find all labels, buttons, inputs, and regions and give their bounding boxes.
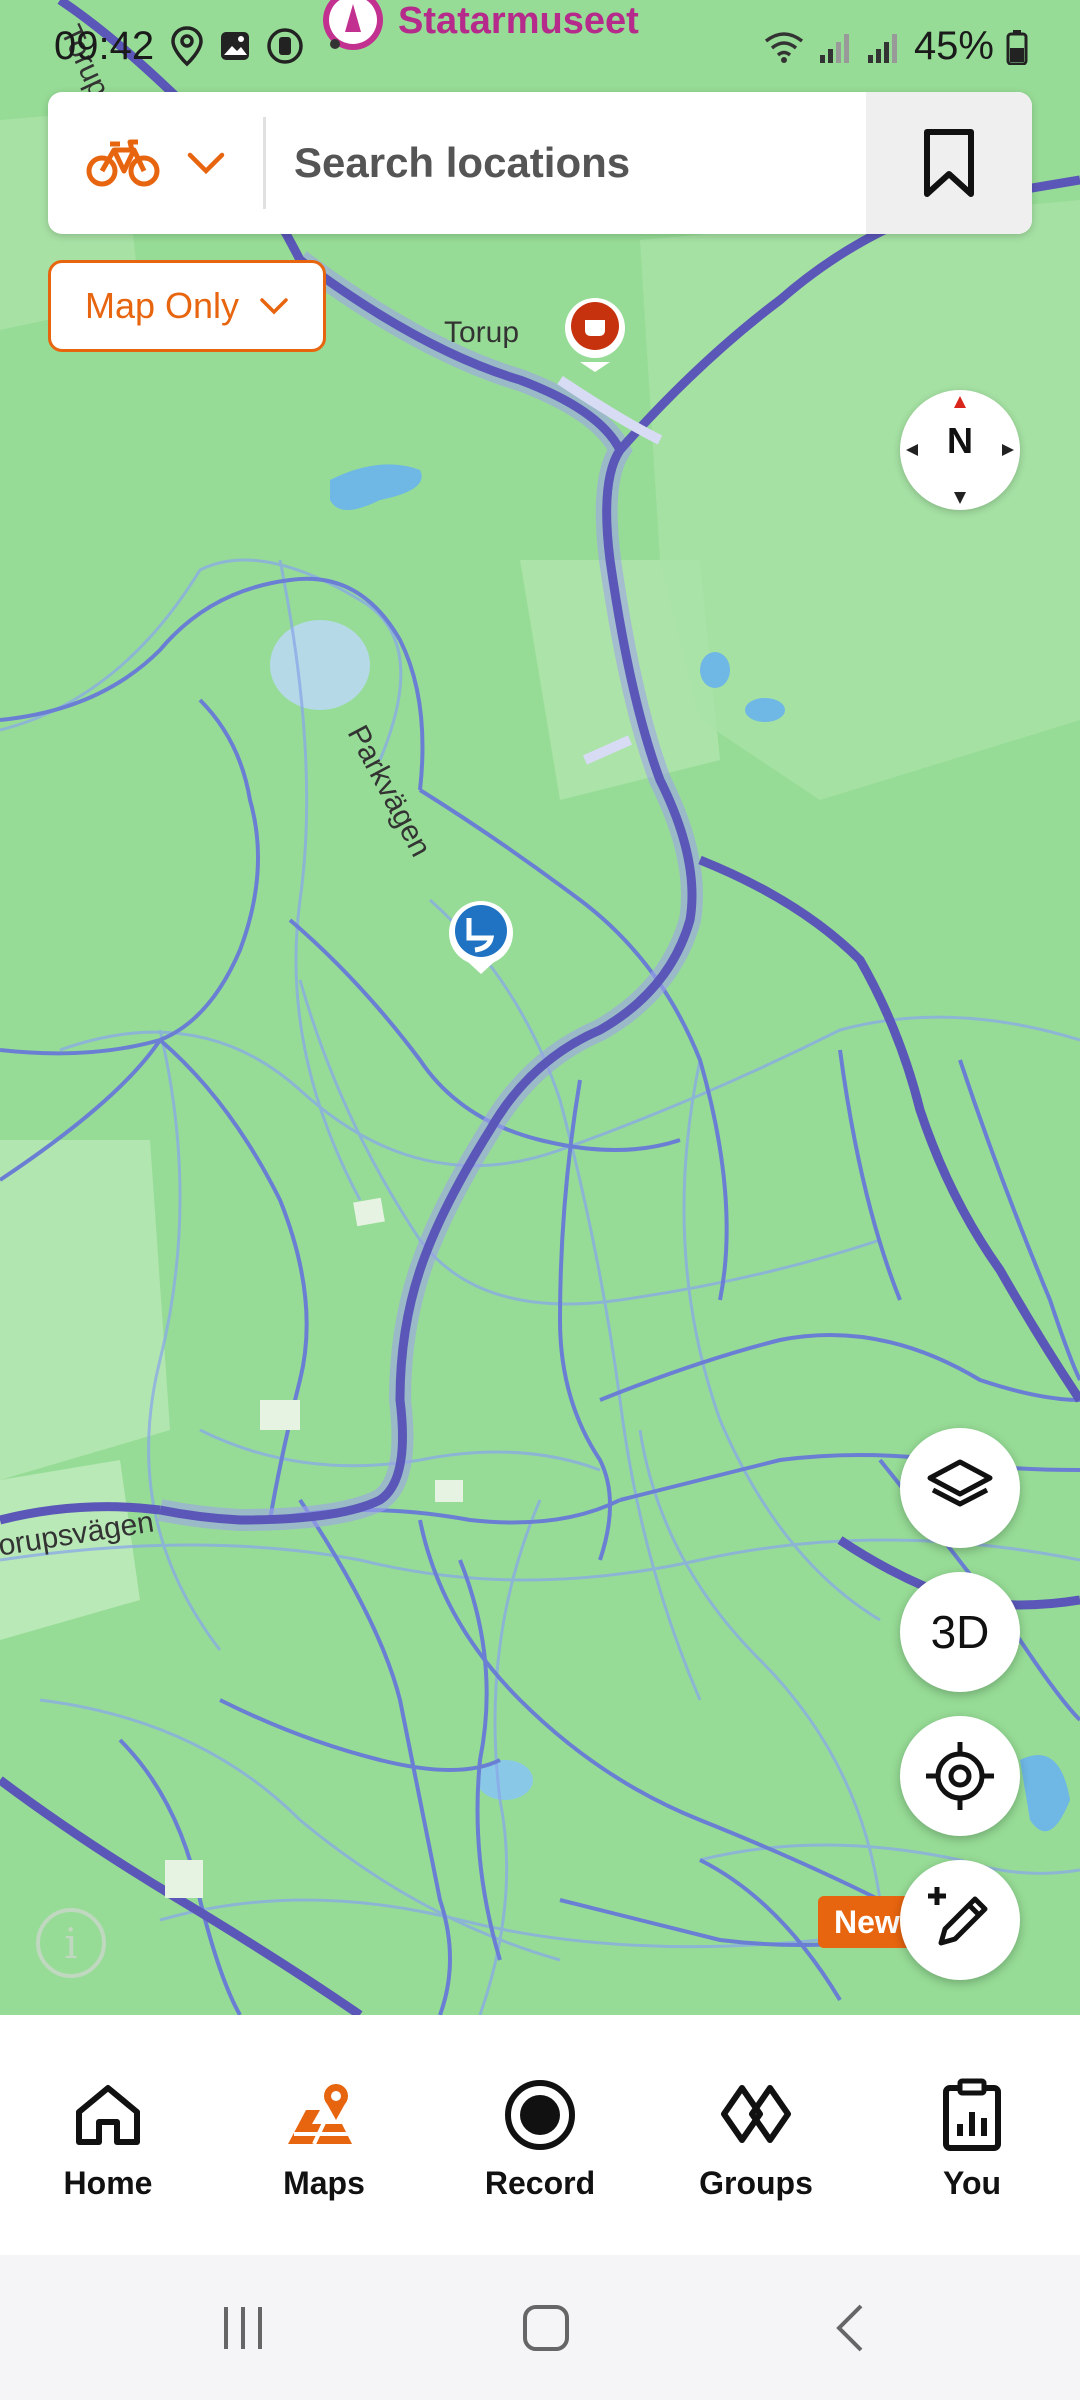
tab-record-label: Record — [484, 2165, 596, 2201]
map-label-torup: Torup — [444, 316, 520, 349]
status-time: 09:42 — [54, 24, 155, 68]
tab-maps[interactable]: Maps — [216, 2015, 432, 2255]
poi-pin-icon — [323, 0, 383, 50]
saved-button[interactable] — [866, 92, 1032, 234]
tab-home-label: Home — [63, 2165, 153, 2201]
tab-groups-label: Groups — [699, 2165, 813, 2201]
back-button[interactable] — [790, 2255, 910, 2400]
tab-you[interactable]: You — [864, 2015, 1080, 2255]
layers-button[interactable] — [900, 1428, 1020, 1548]
gallery-icon — [221, 32, 249, 60]
battery-icon — [1006, 29, 1028, 65]
home-square-icon — [523, 2304, 569, 2351]
map-filter-label: Map Only — [84, 285, 240, 326]
locate-button[interactable] — [900, 1716, 1020, 1836]
tab-maps-label: Maps — [283, 2165, 365, 2201]
tab-groups[interactable]: Groups — [648, 2015, 864, 2255]
battery-percent: 45% — [913, 24, 994, 68]
record-icon — [505, 2080, 575, 2150]
home-system-button[interactable] — [486, 2255, 606, 2400]
search-card — [48, 92, 1032, 234]
recents-button[interactable] — [183, 2255, 303, 2400]
route-pencil-icon — [928, 1887, 988, 1946]
search-input[interactable] — [266, 92, 866, 234]
3d-button[interactable]: 3D — [900, 1572, 1020, 1692]
compass-north-label: N — [947, 420, 973, 461]
status-right: 45% — [762, 24, 1028, 69]
home-icon — [76, 2085, 140, 2145]
signal-2-icon — [867, 33, 897, 63]
compass-button[interactable]: N — [900, 390, 1020, 510]
3d-label: 3D — [930, 1606, 990, 1658]
status-bar: 09:42 Statarmuseet 45% — [0, 0, 1080, 90]
wifi-icon — [764, 31, 804, 63]
signal-1-icon — [819, 33, 849, 63]
poi-label-statarmuseet: Statarmuseet — [398, 0, 639, 42]
info-icon[interactable]: i — [36, 1908, 106, 1978]
recents-icon — [224, 2306, 262, 2349]
crosshair-icon — [926, 1742, 994, 1810]
groups-icon — [721, 2085, 791, 2143]
layers-icon — [927, 1459, 993, 1507]
tab-you-label: You — [942, 2165, 1002, 2201]
bookmark-icon — [924, 129, 974, 197]
system-nav-bar — [0, 2255, 1080, 2400]
chevron-down-icon — [260, 298, 288, 315]
bottom-tab-bar: Home Maps Record Groups You — [0, 2015, 1080, 2255]
map-filter-dropdown[interactable]: Map Only — [48, 260, 326, 352]
clipboard-chart-icon — [943, 2078, 1001, 2151]
record-status-icon — [267, 28, 303, 64]
location-icon — [171, 26, 203, 67]
status-icons-left — [170, 24, 304, 68]
tab-home[interactable]: Home — [0, 2015, 216, 2255]
chevron-down-icon — [187, 152, 224, 175]
maps-icon — [288, 2084, 352, 2145]
back-icon — [836, 2304, 863, 2351]
create-route-button[interactable] — [900, 1860, 1020, 1980]
sport-type-selector[interactable] — [48, 92, 263, 234]
tab-record[interactable]: Record — [432, 2015, 648, 2255]
bike-icon — [86, 139, 159, 187]
